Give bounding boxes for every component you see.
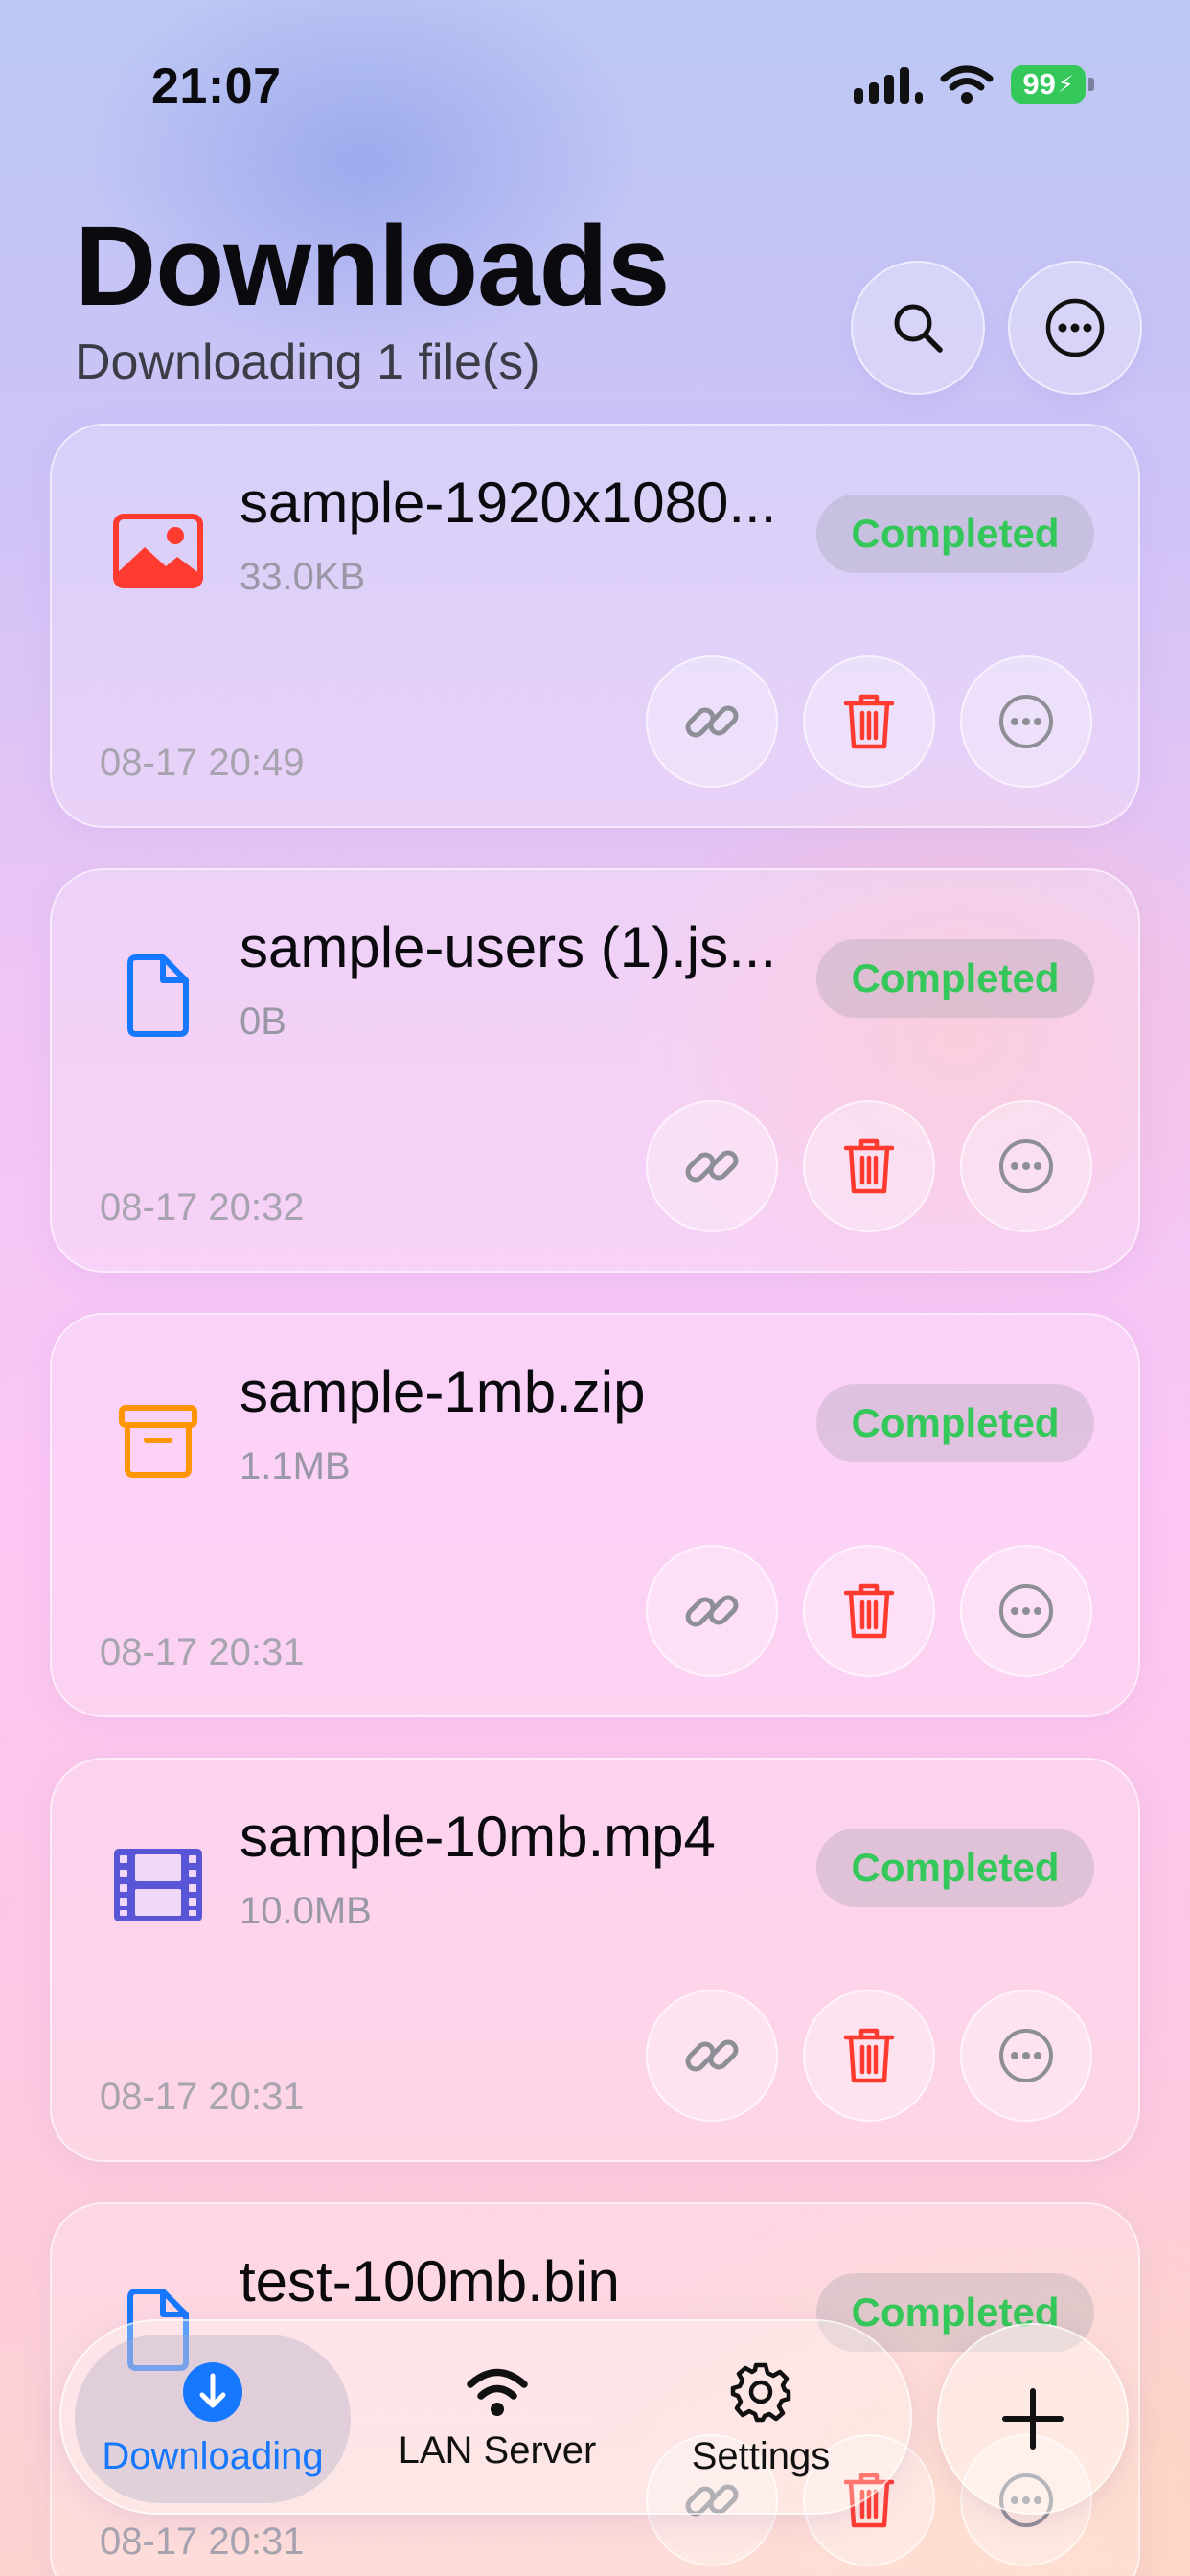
delete-button[interactable]	[803, 1545, 935, 1677]
file-size: 1.1MB	[240, 1445, 351, 1487]
status-indicators: 99 ⚡	[854, 65, 1094, 104]
file-name: test-100mb.bin	[240, 2249, 620, 2313]
add-download-button[interactable]	[937, 2323, 1129, 2515]
file-size: 10.0MB	[240, 1890, 372, 1932]
delete-button[interactable]	[803, 1990, 935, 2122]
item-more-button[interactable]	[960, 656, 1092, 788]
wifi-icon	[467, 2368, 528, 2416]
tab-bar: Downloading LAN Server Settings	[59, 2319, 912, 2515]
film-icon	[107, 1834, 209, 1936]
more-options-button[interactable]	[1008, 261, 1142, 395]
status-badge: Completed	[816, 1828, 1094, 1907]
tab-settings[interactable]: Settings	[646, 2321, 876, 2517]
link-icon	[685, 1595, 739, 1627]
download-item[interactable]: sample-10mb.mp4 10.0MB Completed 08-17 2…	[50, 1758, 1140, 2162]
trash-icon	[843, 1583, 895, 1639]
link-icon	[685, 1150, 739, 1183]
ellipsis-circle-icon	[999, 695, 1053, 748]
file-size: 0B	[240, 1000, 286, 1043]
copy-link-button[interactable]	[646, 1100, 778, 1232]
battery-level: 99	[1022, 67, 1056, 101]
download-item[interactable]: sample-1mb.zip 1.1MB Completed 08-17 20:…	[50, 1313, 1140, 1717]
delete-button[interactable]	[803, 1100, 935, 1232]
ellipsis-circle-icon	[1045, 298, 1105, 357]
tab-label: LAN Server	[398, 2428, 597, 2472]
ellipsis-circle-icon	[999, 1584, 1053, 1638]
copy-link-button[interactable]	[646, 1990, 778, 2122]
gear-icon	[730, 2362, 791, 2422]
file-date: 08-17 20:31	[100, 2520, 305, 2563]
document-icon	[107, 945, 209, 1046]
file-date: 08-17 20:31	[100, 2076, 305, 2118]
tab-lan-server[interactable]: LAN Server	[378, 2321, 617, 2517]
tab-label: Settings	[691, 2434, 831, 2477]
link-icon	[685, 705, 739, 738]
ellipsis-circle-icon	[999, 2029, 1053, 2082]
status-time: 21:07	[151, 58, 282, 114]
tab-downloading[interactable]: Downloading	[75, 2334, 351, 2503]
trash-icon	[843, 1138, 895, 1194]
ellipsis-circle-icon	[999, 1139, 1053, 1193]
item-more-button[interactable]	[960, 1990, 1092, 2122]
search-button[interactable]	[851, 261, 985, 395]
status-badge: Completed	[816, 494, 1094, 573]
file-date: 08-17 20:32	[100, 1186, 305, 1229]
download-item[interactable]: sample-1920x1080... 33.0KB Completed 08-…	[50, 424, 1140, 828]
status-badge: Completed	[816, 939, 1094, 1018]
tab-label: Downloading	[102, 2434, 324, 2477]
copy-link-button[interactable]	[646, 1545, 778, 1677]
trash-icon	[843, 694, 895, 749]
file-date: 08-17 20:49	[100, 742, 305, 784]
item-more-button[interactable]	[960, 1545, 1092, 1677]
wifi-status-icon	[940, 65, 994, 104]
file-name: sample-10mb.mp4	[240, 1805, 716, 1869]
file-size: 33.0KB	[240, 556, 366, 598]
link-icon	[685, 2039, 739, 2072]
delete-button[interactable]	[803, 656, 935, 788]
page-title: Downloads	[75, 203, 670, 330]
page-subtitle: Downloading 1 file(s)	[75, 334, 540, 390]
plus-icon	[1002, 2388, 1064, 2450]
file-name: sample-1920x1080...	[240, 471, 777, 535]
search-icon	[894, 304, 943, 353]
copy-link-button[interactable]	[646, 656, 778, 788]
status-bar: 21:07 99 ⚡	[0, 0, 1190, 144]
download-item[interactable]: sample-users (1).js... 0B Completed 08-1…	[50, 868, 1140, 1273]
trash-icon	[843, 2028, 895, 2083]
download-icon	[183, 2361, 242, 2422]
cellular-signal-icon	[854, 65, 923, 104]
image-icon	[107, 500, 209, 602]
archive-icon	[107, 1390, 209, 1491]
file-date: 08-17 20:31	[100, 1631, 305, 1673]
status-badge: Completed	[816, 1384, 1094, 1462]
file-name: sample-users (1).js...	[240, 915, 777, 979]
battery-icon: 99 ⚡	[1011, 65, 1094, 104]
item-more-button[interactable]	[960, 1100, 1092, 1232]
file-name: sample-1mb.zip	[240, 1360, 646, 1424]
